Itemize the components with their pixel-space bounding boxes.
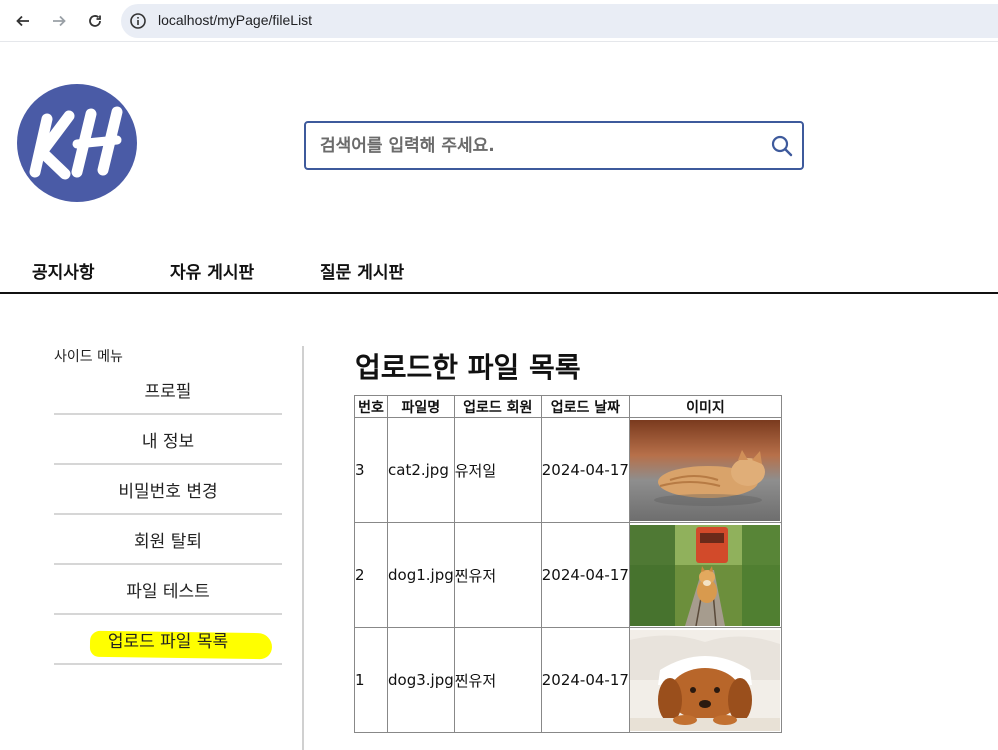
cell-date: 2024-04-17 xyxy=(540,627,630,733)
kh-logo[interactable] xyxy=(17,84,137,202)
table-row: 3 cat2.jpg 유저일 2024-04-17 xyxy=(354,417,782,523)
col-header-number: 번호 xyxy=(354,395,388,418)
cell-member: 유저일 xyxy=(453,417,542,523)
address-bar[interactable]: localhost/myPage/fileList xyxy=(121,4,998,38)
reload-button[interactable] xyxy=(83,9,107,33)
cell-image xyxy=(628,522,782,628)
cell-image xyxy=(628,417,782,523)
sidebar-divider xyxy=(302,346,304,750)
col-header-member: 업로드 회원 xyxy=(453,395,542,418)
cell-filename: dog3.jpg xyxy=(387,627,455,733)
sidebar-item-file-test[interactable]: 파일 테스트 xyxy=(54,565,282,615)
sleeping-kitten-image[interactable] xyxy=(629,420,780,521)
search-input[interactable] xyxy=(318,133,748,159)
cell-member: 찐유저 xyxy=(453,627,542,733)
page-title: 업로드한 파일 목록 xyxy=(355,351,581,384)
cell-number: 3 xyxy=(354,417,388,523)
back-button[interactable] xyxy=(11,9,35,33)
cell-member: 찐유저 xyxy=(453,522,542,628)
table-row: 1 dog3.jpg 찐유저 2024-04-17 xyxy=(354,627,782,733)
sidebar-item-withdraw[interactable]: 회원 탈퇴 xyxy=(54,515,282,565)
cell-date: 2024-04-17 xyxy=(540,417,630,523)
forward-button[interactable] xyxy=(47,9,71,33)
sidebar-item-my-info[interactable]: 내 정보 xyxy=(54,415,282,465)
cell-number: 1 xyxy=(354,627,388,733)
cell-image xyxy=(628,627,782,733)
nav-divider xyxy=(0,292,998,294)
cell-number: 2 xyxy=(354,522,388,628)
site-info-icon[interactable] xyxy=(129,12,147,30)
shiba-dog-image[interactable] xyxy=(629,525,780,626)
sidebar-item-profile[interactable]: 프로필 xyxy=(54,365,282,415)
sidebar-title: 사이드 메뉴 xyxy=(54,349,123,365)
url-text[interactable]: localhost/myPage/fileList xyxy=(158,12,312,28)
col-header-image: 이미지 xyxy=(628,395,782,418)
back-arrow-icon xyxy=(16,15,29,27)
col-header-date: 업로드 날짜 xyxy=(540,395,630,418)
table-header-row: 번호 파일명 업로드 회원 업로드 날짜 이미지 xyxy=(354,395,782,418)
cell-filename: cat2.jpg xyxy=(387,417,455,523)
spaniel-under-blanket-image[interactable] xyxy=(629,630,780,731)
table-row: 2 dog1.jpg 찐유저 2024-04-17 xyxy=(354,522,782,628)
forward-arrow-icon xyxy=(53,15,66,27)
nav-notice[interactable]: 공지사항 xyxy=(32,258,95,283)
nav-free-board[interactable]: 자유 게시판 xyxy=(170,258,254,283)
reload-icon xyxy=(89,15,101,27)
cell-date: 2024-04-17 xyxy=(540,522,630,628)
sidebar-item-change-password[interactable]: 비밀번호 변경 xyxy=(54,465,282,515)
browser-toolbar: localhost/myPage/fileList xyxy=(0,0,998,42)
search-box xyxy=(304,121,804,170)
nav-question-board[interactable]: 질문 게시판 xyxy=(320,258,404,283)
file-list-table: 번호 파일명 업로드 회원 업로드 날짜 이미지 3 cat2.jpg 유저일 … xyxy=(354,395,782,733)
col-header-filename: 파일명 xyxy=(387,395,455,418)
cell-filename: dog1.jpg xyxy=(387,522,455,628)
sidebar-item-uploaded-files[interactable]: 업로드 파일 목록 xyxy=(54,615,282,665)
search-icon[interactable] xyxy=(771,135,793,157)
